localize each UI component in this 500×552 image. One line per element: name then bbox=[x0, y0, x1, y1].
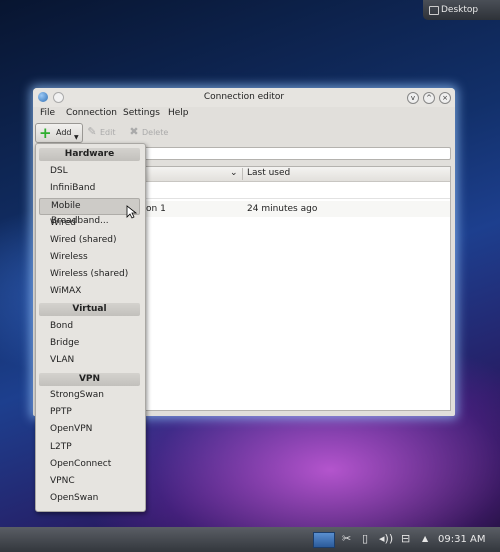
table-row[interactable]: on 1 24 minutes ago bbox=[144, 201, 450, 217]
menu-help[interactable]: Help bbox=[168, 108, 189, 118]
menu-file[interactable]: File bbox=[40, 108, 55, 118]
plus-icon: + bbox=[39, 124, 52, 142]
menu-item-openconnect[interactable]: OpenConnect bbox=[50, 459, 111, 469]
menu-item-wimax[interactable]: WiMAX bbox=[50, 286, 81, 296]
desktop-button[interactable]: Desktop bbox=[423, 0, 500, 20]
delete-icon: ✖ bbox=[129, 125, 139, 138]
menu-item-openvpn[interactable]: OpenVPN bbox=[50, 424, 92, 434]
connection-group-row[interactable] bbox=[144, 182, 450, 199]
edit-label: Edit bbox=[100, 128, 116, 137]
toolbar: + Add ▼ ✎ Edit ✖ Delete bbox=[33, 121, 455, 143]
delete-label: Delete bbox=[142, 128, 169, 137]
sort-chevron-icon[interactable]: ⌄ bbox=[230, 168, 238, 178]
menu-item-strongswan[interactable]: StrongSwan bbox=[50, 390, 104, 400]
volume-icon[interactable]: ◂)) bbox=[379, 532, 393, 546]
menu-item-vpnc[interactable]: VPNC bbox=[50, 476, 75, 486]
menu-item-wireless[interactable]: Wireless bbox=[50, 252, 88, 262]
menu-item-wireless-shared[interactable]: Wireless (shared) bbox=[50, 269, 128, 279]
menu-section-vpn: VPN bbox=[39, 373, 140, 386]
menu-item-dsl[interactable]: DSL bbox=[50, 166, 68, 176]
menu-item-vlan[interactable]: VLAN bbox=[50, 355, 74, 365]
delete-button[interactable]: ✖ Delete bbox=[128, 123, 168, 141]
edit-icon: ✎ bbox=[87, 125, 97, 138]
connections-table: ⌄ Last used on 1 24 minutes ago bbox=[143, 166, 451, 411]
taskbar: ✂ ▯ ◂)) ⊟ ▲ 09:31 AM bbox=[0, 527, 500, 552]
menu-settings[interactable]: Settings bbox=[123, 108, 160, 118]
add-label: Add bbox=[56, 128, 72, 137]
menu-bar: File Connection Settings Help bbox=[33, 107, 455, 121]
close-button[interactable]: × bbox=[439, 92, 451, 104]
add-button[interactable]: + Add ▼ bbox=[35, 123, 83, 143]
desktop-icon bbox=[429, 6, 439, 15]
scissors-icon[interactable]: ✂ bbox=[342, 532, 351, 546]
menu-item-pptp[interactable]: PPTP bbox=[50, 407, 72, 417]
connection-name: on 1 bbox=[146, 204, 166, 214]
menu-item-infiniband[interactable]: InfiniBand bbox=[50, 183, 95, 193]
expand-tray-icon[interactable]: ▲ bbox=[422, 532, 428, 546]
column-last-used[interactable]: Last used bbox=[247, 168, 290, 178]
menu-item-wired[interactable]: Wired bbox=[50, 218, 76, 228]
desktop-label: Desktop bbox=[441, 5, 479, 15]
menu-section-hardware: Hardware bbox=[39, 148, 140, 161]
menu-item-mobile-broadband[interactable]: Mobile Broadband... bbox=[39, 198, 140, 226]
network-icon[interactable]: ⊟ bbox=[401, 532, 410, 546]
menu-item-openswan[interactable]: OpenSwan bbox=[50, 493, 98, 503]
menu-item-wired-shared[interactable]: Wired (shared) bbox=[50, 235, 117, 245]
connection-last-used: 24 minutes ago bbox=[247, 204, 318, 214]
minimize-button[interactable]: v bbox=[407, 92, 419, 104]
search-input[interactable] bbox=[143, 147, 451, 160]
mouse-pointer-icon bbox=[126, 205, 138, 219]
title-bar[interactable]: Connection editor v ^ × bbox=[33, 88, 455, 107]
maximize-button[interactable]: ^ bbox=[423, 92, 435, 104]
clipboard-icon[interactable]: ▯ bbox=[362, 532, 368, 546]
edit-button[interactable]: ✎ Edit bbox=[86, 123, 116, 141]
add-connection-menu: Hardware DSL InfiniBand Mobile Broadband… bbox=[35, 143, 146, 512]
column-separator bbox=[242, 168, 243, 180]
window-title: Connection editor bbox=[203, 92, 285, 102]
menu-section-virtual: Virtual bbox=[39, 303, 140, 316]
clock[interactable]: 09:31 AM bbox=[438, 534, 485, 545]
menu-connection[interactable]: Connection bbox=[66, 108, 117, 118]
menu-item-bridge[interactable]: Bridge bbox=[50, 338, 79, 348]
menu-item-l2tp[interactable]: L2TP bbox=[50, 442, 72, 452]
desktop-pager-icon[interactable] bbox=[313, 532, 335, 548]
table-header: ⌄ Last used bbox=[144, 167, 450, 182]
menu-item-bond[interactable]: Bond bbox=[50, 321, 73, 331]
